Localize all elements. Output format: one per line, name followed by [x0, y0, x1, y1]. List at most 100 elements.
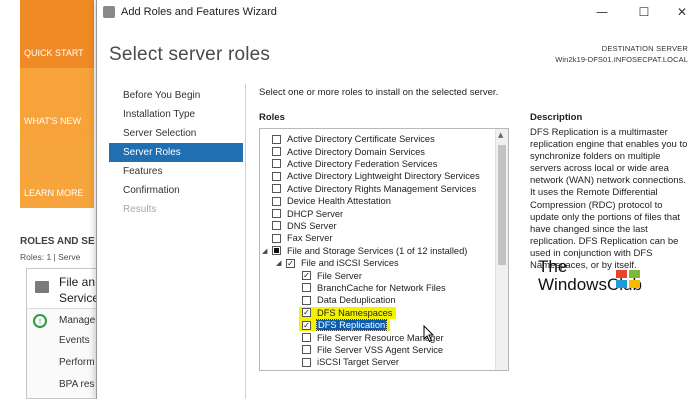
status-up-icon: ↑ [33, 314, 47, 328]
role-checkbox[interactable] [302, 345, 311, 355]
card-title-line2: Service [59, 291, 100, 305]
role-row[interactable]: ◢ File and Storage Services (1 of 12 inst… [262, 245, 467, 257]
role-checkbox[interactable] [272, 246, 281, 256]
role-row[interactable]: Data Deduplication [302, 294, 396, 306]
role-label: Active Directory Rights Management Servi… [287, 183, 477, 194]
role-label: Fax Server [287, 233, 333, 244]
role-row[interactable]: Active Directory Rights Management Servi… [272, 183, 476, 195]
instruction-text: Select one or more roles to install on t… [259, 87, 499, 98]
role-checkbox[interactable] [302, 333, 311, 343]
role-row[interactable]: Fax Server [272, 232, 332, 244]
nav-confirmation[interactable]: Confirmation [109, 181, 243, 200]
role-label: DHCP Server [287, 208, 344, 219]
whats-new-label: WHAT'S NEW [24, 116, 82, 126]
role-label: iSCSI Target Server [317, 357, 399, 368]
role-row[interactable]: ✓ DFS Replication [299, 319, 391, 332]
description-heading: Description [530, 112, 583, 123]
role-checkbox[interactable]: ✓ [302, 308, 311, 318]
role-checkbox[interactable] [272, 147, 281, 157]
role-row[interactable]: Active Directory Certificate Services [272, 133, 435, 145]
scroll-up-arrow-icon[interactable]: ▲ [498, 131, 503, 139]
role-row[interactable]: ◢ ✓ File and iSCSI Services [276, 257, 399, 269]
card-item-events[interactable]: Events [59, 335, 90, 346]
role-label: File Server VSS Agent Service [317, 344, 444, 355]
page-title: Select server roles [109, 44, 271, 65]
role-label: Active Directory Domain Services [287, 146, 425, 157]
window-title: Add Roles and Features Wizard [121, 6, 277, 18]
role-checkbox[interactable] [272, 171, 281, 181]
role-checkbox[interactable]: ✓ [302, 271, 311, 281]
role-label: DFS Namespaces [317, 307, 393, 318]
wizard-nav: Before You Begin Installation Type Serve… [109, 86, 243, 219]
role-row[interactable]: ✓ DFS Namespaces [299, 306, 397, 319]
roles-tree[interactable]: Active Directory Certificate Services Act… [259, 128, 509, 371]
server-manager-app-icon [103, 6, 115, 18]
card-header: File an Service [27, 269, 100, 309]
role-row[interactable]: DHCP Server [272, 207, 343, 219]
nav-server-roles[interactable]: Server Roles [109, 143, 243, 162]
role-checkbox[interactable] [302, 283, 311, 293]
tree-expander-icon[interactable]: ◢ [262, 247, 267, 255]
role-row[interactable]: ✓ File Server [302, 269, 362, 281]
nav-installation-type[interactable]: Installation Type [109, 105, 243, 124]
role-row[interactable]: Device Health Attestation [272, 195, 391, 207]
windowsclub-watermark: The WindowsClub [538, 258, 648, 294]
role-row[interactable]: Active Directory Domain Services [272, 145, 425, 157]
learn-more-label: LEARN MORE [24, 188, 84, 198]
role-label: BranchCache for Network Files [317, 282, 446, 293]
role-checkbox[interactable] [272, 221, 281, 231]
role-row[interactable]: BranchCache for Network Files [302, 282, 446, 294]
windows-logo-icon [616, 270, 642, 288]
file-storage-services-card[interactable]: File an Service ↑ Manage Events Perform … [26, 268, 100, 399]
maximize-button[interactable]: ☐ [625, 0, 663, 24]
description-text: DFS Replication is a multimaster replica… [530, 127, 688, 272]
card-title-line1: File an [59, 275, 96, 289]
role-checkbox[interactable] [302, 357, 311, 367]
nav-before-you-begin[interactable]: Before You Begin [109, 86, 243, 105]
role-checkbox[interactable] [302, 295, 311, 305]
role-checkbox[interactable] [272, 159, 281, 169]
role-checkbox[interactable] [272, 184, 281, 194]
quick-start-tile[interactable]: QUICK START [20, 0, 94, 68]
role-label: Device Health Attestation [287, 196, 391, 207]
role-row[interactable]: iSCSI Target Server [302, 356, 399, 368]
whats-new-tile[interactable]: WHAT'S NEW [20, 68, 94, 136]
role-checkbox[interactable] [272, 233, 281, 243]
mouse-pointer-icon [423, 325, 435, 343]
close-button[interactable]: ✕ [663, 0, 700, 24]
card-item-performance[interactable]: Perform [59, 357, 95, 368]
nav-divider [245, 84, 246, 399]
role-checkbox[interactable] [272, 196, 281, 206]
role-row[interactable]: File Server VSS Agent Service [302, 344, 443, 356]
card-item-manageability[interactable]: Manage [59, 315, 95, 326]
minimize-button[interactable]: — [583, 0, 621, 24]
role-checkbox[interactable] [272, 134, 281, 144]
role-label: Active Directory Lightweight Directory S… [287, 171, 480, 182]
role-row[interactable]: Active Directory Federation Services [272, 158, 437, 170]
role-label: DFS Replication [315, 319, 388, 332]
roles-count: Roles: 1 | Serve [20, 252, 81, 262]
role-checkbox[interactable] [272, 209, 281, 219]
roles-heading: Roles [259, 112, 285, 123]
title-bar[interactable]: Add Roles and Features Wizard — ☐ ✕ [97, 0, 700, 26]
nav-features[interactable]: Features [109, 162, 243, 181]
destination-server-value: Win2k19-DFS01.INFOSECPAT.LOCAL [555, 55, 688, 64]
role-row[interactable]: Active Directory Lightweight Directory S… [272, 170, 480, 182]
tree-expander-icon[interactable]: ◢ [276, 259, 281, 267]
role-label: File and iSCSI Services [301, 258, 399, 269]
card-item-bpa-results[interactable]: BPA res [59, 379, 94, 390]
nav-server-selection[interactable]: Server Selection [109, 124, 243, 143]
scroll-thumb[interactable] [498, 145, 506, 265]
learn-more-tile[interactable]: LEARN MORE [20, 136, 94, 208]
role-label: Data Deduplication [317, 295, 396, 306]
role-row[interactable]: DNS Server [272, 220, 337, 232]
add-roles-wizard-window: Add Roles and Features Wizard — ☐ ✕ Sele… [96, 0, 700, 399]
role-label: DNS Server [287, 220, 337, 231]
role-checkbox[interactable]: ✓ [286, 258, 295, 268]
server-manager-left-edge [0, 0, 20, 399]
roles-scrollbar[interactable]: ▲ [495, 129, 508, 370]
nav-results: Results [123, 204, 157, 215]
destination-server-label: DESTINATION SERVER [601, 44, 688, 53]
role-label: File Server [317, 270, 362, 281]
role-checkbox[interactable]: ✓ [302, 320, 311, 330]
